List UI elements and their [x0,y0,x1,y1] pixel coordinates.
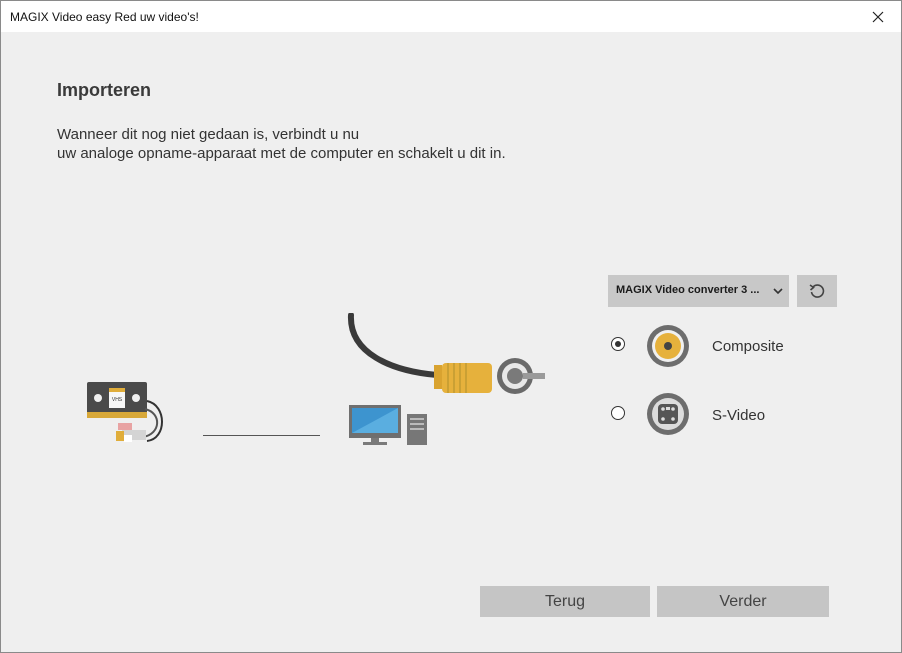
close-button[interactable] [855,1,901,32]
back-button[interactable]: Terug [480,586,650,617]
computer-icon [349,405,427,445]
refresh-icon [809,284,825,298]
svideo-connector-icon [647,393,689,435]
page-title: Importeren [57,80,152,100]
title-bar: MAGIX Video easy Red uw video's! [1,1,901,32]
svideo-radio[interactable] [611,406,625,420]
close-icon [872,11,884,22]
device-select[interactable]: MAGIX Video converter 3 ... [608,275,789,307]
instruction-text: Wanneer dit nog niet gedaan is, verbindt… [57,125,506,163]
device-select-value: MAGIX Video converter 3 ... [616,284,760,296]
composite-radio[interactable] [611,337,625,351]
instruction-line-2: uw analoge opname-apparaat met de comput… [57,145,506,162]
composite-connector-icon [647,325,689,367]
chevron-down-icon [773,288,783,295]
svideo-label[interactable]: S-Video [712,407,765,424]
instruction-line-1: Wanneer dit nog niet gedaan is, verbindt… [57,126,360,143]
vhs-label: VHS [112,397,123,403]
connection-line [203,435,320,436]
next-button[interactable]: Verder [657,586,829,617]
vhs-recorder-icon: VHS [87,382,163,442]
composite-label[interactable]: Composite [712,338,784,355]
rca-cable-icon [347,313,545,394]
refresh-button[interactable] [797,275,837,307]
dialog-window: MAGIX Video easy Red uw video's! Importe… [0,0,902,653]
window-title: MAGIX Video easy Red uw video's! [10,10,199,24]
